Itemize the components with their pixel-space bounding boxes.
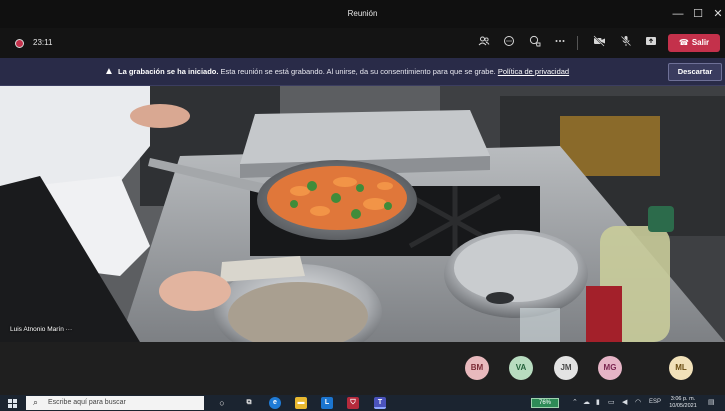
chevron-up-icon[interactable]: ⌃ <box>572 398 578 406</box>
search-icon: ⌕ <box>33 397 39 407</box>
window-title: Reunión <box>347 9 378 18</box>
participant-avatar[interactable]: MG <box>598 356 622 380</box>
participant-avatar[interactable]: JM <box>554 356 578 380</box>
close-button[interactable]: ✕ <box>707 6 725 22</box>
clock-time: 3:06 p. m. <box>670 396 696 402</box>
volume-icon[interactable]: ◀ <box>622 398 627 406</box>
recording-banner: ▲ La grabación se ha iniciado. Esta reun… <box>0 58 725 86</box>
avatar-initials: BM <box>470 363 484 372</box>
language-indicator[interactable]: ESP <box>649 399 661 405</box>
privacy-policy-link[interactable]: Política de privacidad <box>498 67 569 76</box>
taskbar-search-input[interactable]: ⌕ Escribe aquí para buscar <box>26 396 204 410</box>
avatar-initials: VA <box>515 363 527 372</box>
edge-browser-icon[interactable]: e <box>269 397 281 409</box>
maximize-button[interactable]: ☐ <box>687 6 709 22</box>
avatar-initials: MG <box>603 363 617 372</box>
meeting-toolbar: 23:11 ☎ Salir <box>0 28 725 58</box>
file-explorer-icon[interactable]: ▬ <box>295 397 307 409</box>
participant-avatar[interactable]: VA <box>509 356 533 380</box>
search-placeholder: Escribe aquí para buscar <box>48 399 126 406</box>
participant-avatar[interactable]: ML <box>669 356 693 380</box>
participant-avatar[interactable]: BM <box>465 356 489 380</box>
kitchen-scene-image <box>0 86 725 342</box>
share-screen-icon[interactable] <box>642 35 660 51</box>
windows-start-icon[interactable] <box>8 399 17 408</box>
reactions-icon[interactable] <box>526 35 544 51</box>
minimize-button[interactable]: — <box>667 6 689 22</box>
chat-icon[interactable] <box>500 35 518 51</box>
notifications-icon[interactable]: ▤ <box>708 398 718 408</box>
camera-off-icon[interactable] <box>590 35 608 51</box>
store-app-icon[interactable]: ⛉ <box>347 397 359 409</box>
avatar-initials: ML <box>675 363 687 372</box>
network-icon[interactable]: ▭ <box>608 398 615 406</box>
task-view-icon[interactable]: ⧉ <box>243 397 255 409</box>
people-icon[interactable] <box>475 35 493 51</box>
speaker-name-label[interactable]: Luis Atnonio Marín ··· <box>10 326 72 333</box>
recording-title: La grabación se ha iniciado. <box>118 67 219 76</box>
leave-label: Salir <box>691 38 710 47</box>
recording-message: La grabación se ha iniciado. Esta reunió… <box>118 67 569 76</box>
participants-strip: BM VA JM MG ML <box>0 342 725 395</box>
battery-badge[interactable]: 76% <box>531 398 559 408</box>
title-bar: Reunión — ☐ ✕ <box>0 0 725 28</box>
leave-button[interactable]: ☎ Salir <box>668 34 720 52</box>
recording-indicator-icon <box>15 39 24 48</box>
battery-icon[interactable]: ▮ <box>596 398 600 406</box>
mic-off-icon[interactable] <box>617 35 635 51</box>
word-app-icon[interactable]: L <box>321 397 333 409</box>
windows-taskbar: ⌕ Escribe aquí para buscar ○ ⧉ e ▬ L ⛉ T… <box>0 395 725 411</box>
phone-hangup-icon: ☎ <box>678 38 689 47</box>
warning-icon: ▲ <box>104 66 114 77</box>
teams-app-icon[interactable]: T <box>374 397 386 409</box>
cortana-icon[interactable]: ○ <box>216 397 228 409</box>
cloud-icon[interactable]: ☁ <box>583 398 590 406</box>
dismiss-button[interactable]: Descartar <box>668 63 722 81</box>
wifi-icon[interactable]: ◠ <box>635 398 641 406</box>
avatar-initials: JM <box>560 363 572 372</box>
recording-text: Esta reunión se está grabando. Al unirse… <box>218 67 498 76</box>
meeting-timer: 23:11 <box>33 38 53 47</box>
toolbar-divider <box>577 36 578 50</box>
more-options-icon[interactable] <box>551 35 569 51</box>
video-feed: Luis Atnonio Marín ··· <box>0 86 725 342</box>
clock-date: 10/05/2021 <box>669 403 697 409</box>
taskbar-clock[interactable]: 3:06 p. m. 10/05/2021 <box>665 396 701 410</box>
